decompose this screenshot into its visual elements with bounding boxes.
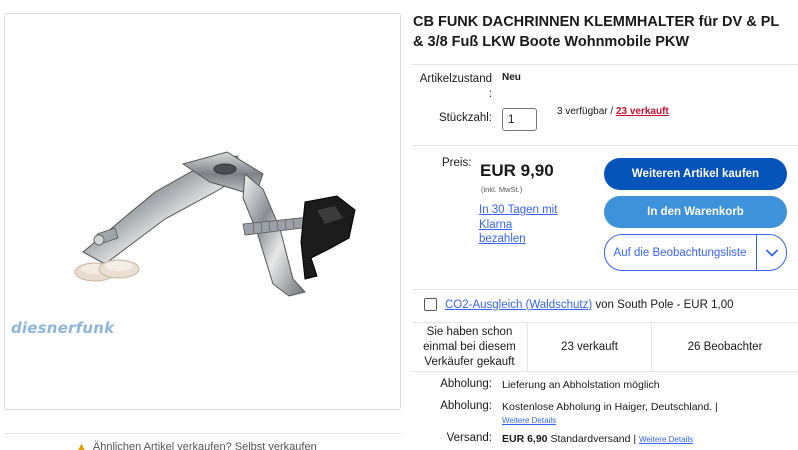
co2-offset-row: CO2-Ausgleich (Waldschutz) von South Pol…: [424, 298, 734, 311]
availability-info: 3 verfügbar / 23 verkauft: [557, 106, 669, 117]
add-to-cart-button[interactable]: In den Warenkorb: [604, 196, 787, 228]
condition-label: Artikelzustand :: [412, 72, 492, 102]
add-to-watchlist-button[interactable]: Auf die Beobachtungsliste: [605, 235, 755, 270]
pickup-value: Lieferung an Abholstation möglich: [502, 379, 660, 391]
condition-label-text: Artikelzustand: [419, 73, 492, 85]
shipping-value: EUR 6,90 Standardversand | Weitere Detai…: [502, 433, 693, 445]
pickup-label: Abholung:: [440, 400, 492, 412]
shipping-amount: EUR 6,90: [502, 433, 548, 445]
pickup-value: Kostenlose Abholung in Haiger, Deutschla…: [502, 401, 718, 413]
watcher-count: 26 Beobachter: [687, 340, 763, 353]
previous-purchase-note: Sie haben schon einmal bei diesem Verkäu…: [412, 323, 528, 371]
pickup-details-link[interactable]: Weitere Details: [502, 416, 556, 425]
quantity-input[interactable]: [502, 108, 537, 131]
divider: [412, 64, 798, 65]
watermark-logo: diesnerfunk: [11, 319, 115, 337]
buy-again-button[interactable]: Weiteren Artikel kaufen: [604, 158, 787, 190]
available-count: 3 verfügbar /: [557, 106, 614, 117]
product-image-panel[interactable]: diesnerfunk: [4, 13, 401, 410]
sell-similar-link[interactable]: ▲ Ähnlichen Artikel verkaufen? Selbst ver…: [76, 441, 317, 450]
seller-stats: Sie haben schon einmal bei diesem Verkäu…: [412, 322, 798, 372]
co2-link[interactable]: CO2-Ausgleich (Waldschutz): [445, 299, 592, 311]
co2-checkbox[interactable]: [424, 298, 437, 311]
price-amount: EUR 9,90: [480, 161, 554, 180]
shipping-method: Standardversand |: [547, 433, 637, 445]
condition-value: Neu: [502, 72, 521, 83]
sold-count: 23 verkauft: [528, 323, 652, 371]
shipping-label: Versand:: [446, 432, 492, 444]
sell-similar-text: Ähnlichen Artikel verkaufen? Selbst verk…: [92, 441, 317, 450]
sold-count-link[interactable]: 23 verkauft: [616, 106, 669, 117]
hand-icon: ▲: [76, 441, 87, 450]
pickup-label: Abholung:: [440, 378, 492, 390]
product-title: CB FUNK DACHRINNEN KLEMMHALTER für DV & …: [413, 14, 779, 50]
price-label: Preis:: [442, 157, 472, 169]
co2-provider-text: von South Pole - EUR 1,00: [592, 298, 734, 311]
product-photo: [74, 151, 356, 297]
condition-label-colon: :: [488, 88, 492, 100]
watchlist-button-group: Auf die Beobachtungsliste: [604, 234, 787, 271]
klarna-link[interactable]: In 30 Tagen mit Klarna bezahlen: [479, 203, 559, 247]
watchlist-dropdown-button[interactable]: [757, 235, 787, 270]
divider: [4, 433, 401, 434]
chevron-down-icon: [766, 249, 778, 256]
quantity-label: Stückzahl:: [438, 112, 492, 124]
shipping-details-link[interactable]: Weitere Details: [639, 435, 693, 444]
vat-note: (inkl. MwSt.): [481, 185, 523, 194]
